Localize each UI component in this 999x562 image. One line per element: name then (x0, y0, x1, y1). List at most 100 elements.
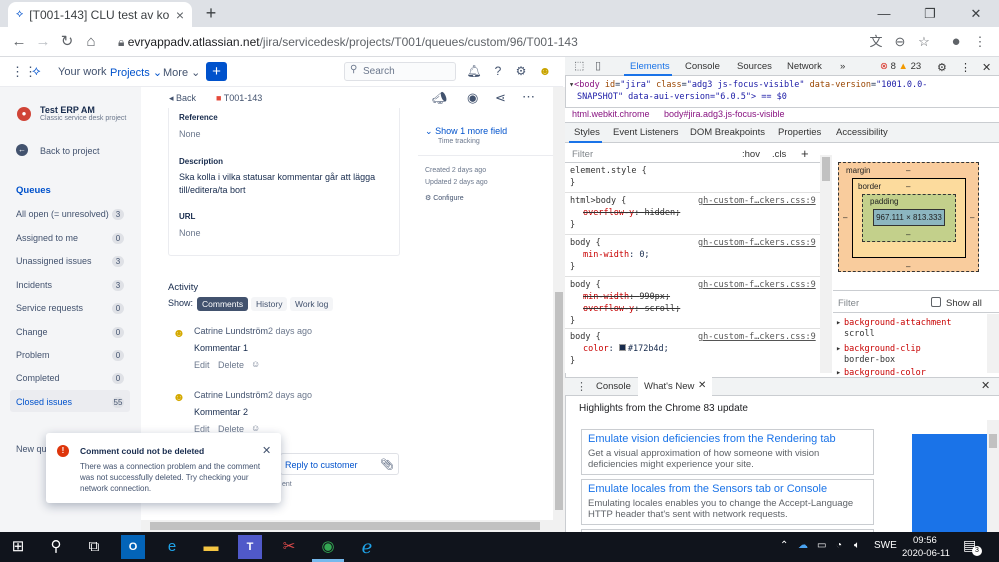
comment-delete-link[interactable]: Delete (218, 360, 244, 370)
styles-filter-input[interactable]: Filter (572, 149, 593, 160)
page-scrollbar-thumb[interactable] (555, 292, 563, 510)
show-more-field-link[interactable]: ⌄ Show 1 more field (425, 126, 507, 137)
computed-filter-input[interactable]: Filter (838, 298, 859, 309)
reload-icon[interactable]: ↻ (56, 31, 78, 53)
devtools-close-icon[interactable]: ✕ (982, 61, 991, 74)
rule-source-link[interactable]: gh-custom-f…ckers.css:9 (698, 280, 816, 290)
restore-icon[interactable]: ❐ (907, 0, 953, 27)
create-button[interactable]: + (206, 62, 227, 81)
subtab[interactable]: Properties (778, 127, 821, 138)
rule-selector[interactable]: html>body { (570, 196, 626, 206)
onedrive-icon[interactable]: ☁ (798, 540, 808, 551)
close-whats-new-icon[interactable]: ✕ (698, 380, 706, 391)
attachment-icon[interactable]: 📎︎ (380, 458, 394, 471)
crumb-html[interactable]: html.webkit.chrome (572, 109, 650, 119)
devtools-tab-elements[interactable]: Elements (630, 61, 670, 72)
new-tab-button[interactable]: + (200, 2, 222, 24)
task-view-icon[interactable]: ⧉ (82, 535, 106, 559)
queue-item[interactable]: Problem (16, 350, 50, 360)
drawer-tab-whats-new[interactable]: What's New (644, 381, 694, 392)
drawer-menu-icon[interactable]: ⋮ (576, 380, 587, 393)
clock-time[interactable]: 09:56 (913, 535, 937, 546)
issue-key-breadcrumb[interactable]: ■ T001-143 (216, 93, 262, 103)
horizontal-scrollbar-thumb[interactable] (150, 522, 540, 530)
more-tabs-icon[interactable]: » (840, 61, 845, 72)
battery-icon[interactable]: ▭ (817, 540, 826, 551)
url-value[interactable]: None (179, 228, 201, 238)
rule-declaration[interactable]: min-width: 0; (583, 250, 650, 260)
edge-icon[interactable]: e (160, 535, 184, 559)
rule-declaration[interactable]: overflow-y: scroll; (583, 304, 680, 314)
rule-selector[interactable]: body { (570, 332, 601, 342)
home-icon[interactable]: ⌂ (80, 31, 102, 53)
margin-top-value[interactable]: – (906, 166, 910, 175)
notifications-icon[interactable]: 🔔︎ (466, 63, 482, 79)
windows-start-icon[interactable]: ⊞ (6, 535, 30, 559)
devtools-tab-sources[interactable]: Sources (737, 61, 772, 72)
queue-item[interactable]: All open (= unresolved) (16, 209, 109, 219)
computed-expand-icon[interactable]: ▸ (836, 368, 841, 378)
queue-item[interactable]: Incidents (16, 280, 52, 290)
profile-icon[interactable]: ● (945, 31, 967, 53)
box-model-content[interactable]: 967.111 × 813.333 (873, 209, 945, 226)
drawer-tab-console[interactable]: Console (596, 381, 631, 392)
zoom-icon[interactable]: ⊖ (889, 31, 911, 53)
devtools-tab-network[interactable]: Network (787, 61, 822, 72)
translate-icon[interactable]: 文 (865, 31, 887, 53)
filter-history-button[interactable]: History (251, 297, 288, 311)
border-top-value[interactable]: – (906, 182, 910, 191)
back-button[interactable]: ◂ Back (169, 93, 196, 104)
computed-scrollbar[interactable] (987, 314, 999, 373)
nav-more[interactable]: More ⌄ (163, 66, 200, 79)
dom-node-line-2[interactable]: SNAPSHOT" data-aui-version="6.0.5"> == $… (577, 92, 787, 102)
margin-left-value[interactable]: – (843, 213, 847, 222)
computed-expand-icon[interactable]: ▸ (836, 318, 841, 328)
queue-item[interactable]: Service requests (16, 303, 83, 313)
bookmark-star-icon[interactable]: ☆ (913, 31, 935, 53)
margin-right-value[interactable]: – (970, 213, 974, 222)
network-icon[interactable]: ◔ (836, 540, 842, 551)
share-icon[interactable]: ⋖ (495, 90, 506, 106)
clock-date[interactable]: 2020-06-11 (902, 548, 950, 559)
computed-property[interactable]: background-attachment (844, 318, 951, 328)
search-input[interactable]: Search (344, 62, 456, 81)
computed-expand-icon[interactable]: ▸ (836, 344, 841, 354)
filter-worklog-button[interactable]: Work log (290, 297, 334, 311)
devtools-settings-icon[interactable]: ⚙ (937, 61, 947, 74)
comment-edit-link[interactable]: Edit (194, 360, 210, 370)
flag-close-icon[interactable]: ✕ (262, 444, 271, 457)
devtools-menu-icon[interactable]: ⋮ (960, 61, 971, 74)
subtab[interactable]: Accessibility (836, 127, 888, 138)
queue-item[interactable]: Change (16, 327, 48, 337)
styles-scrollbar-thumb[interactable] (822, 157, 830, 181)
whats-new-card[interactable]: Emulate vision deficiencies from the Ren… (581, 429, 874, 475)
subtab[interactable]: Event Listeners (613, 127, 678, 138)
issue-counts[interactable]: ⊗ 8 ▲ 23 (880, 61, 921, 72)
snipping-tool-icon[interactable]: ✂ (277, 535, 301, 559)
close-tab-icon[interactable]: × (176, 7, 184, 23)
back-to-project-link[interactable]: Back to project (40, 146, 100, 156)
browser-tab[interactable]: ⟡ [T001-143] CLU test av komment × (8, 2, 192, 27)
back-icon[interactable]: ← (8, 31, 30, 53)
search-icon[interactable]: ⚲ (44, 535, 68, 559)
devtools-tab-console[interactable]: Console (685, 61, 720, 72)
chrome-menu-icon[interactable]: ⋮ (969, 31, 991, 53)
internet-explorer-icon[interactable]: ℯ (355, 535, 379, 559)
configure-link[interactable]: ⚙ Configure (425, 194, 464, 202)
rule-declaration[interactable]: min-width: 990px; (583, 292, 670, 302)
jira-logo-icon[interactable]: ⟡ (32, 63, 41, 79)
subtab[interactable]: DOM Breakpoints (690, 127, 765, 138)
hov-toggle[interactable]: :hov (742, 149, 760, 160)
window-close-icon[interactable]: ✕ (953, 0, 999, 27)
comment-delete-link[interactable]: Delete (218, 424, 244, 434)
rule-declaration[interactable]: color: #172b4d; (583, 344, 669, 354)
input-language[interactable]: SWE (874, 540, 897, 551)
card-title[interactable]: Emulate locales from the Sensors tab or … (588, 483, 867, 495)
show-all-checkbox[interactable] (931, 297, 941, 307)
inspect-element-icon[interactable]: ⬚ (574, 59, 584, 72)
volume-icon[interactable]: 🔈︎ (854, 540, 860, 551)
minimize-icon[interactable]: — (861, 0, 907, 27)
rule-selector[interactable]: body { (570, 280, 601, 290)
whats-new-card[interactable]: Emulate locales from the Sensors tab or … (581, 479, 874, 525)
help-icon[interactable]: ? (490, 63, 506, 79)
